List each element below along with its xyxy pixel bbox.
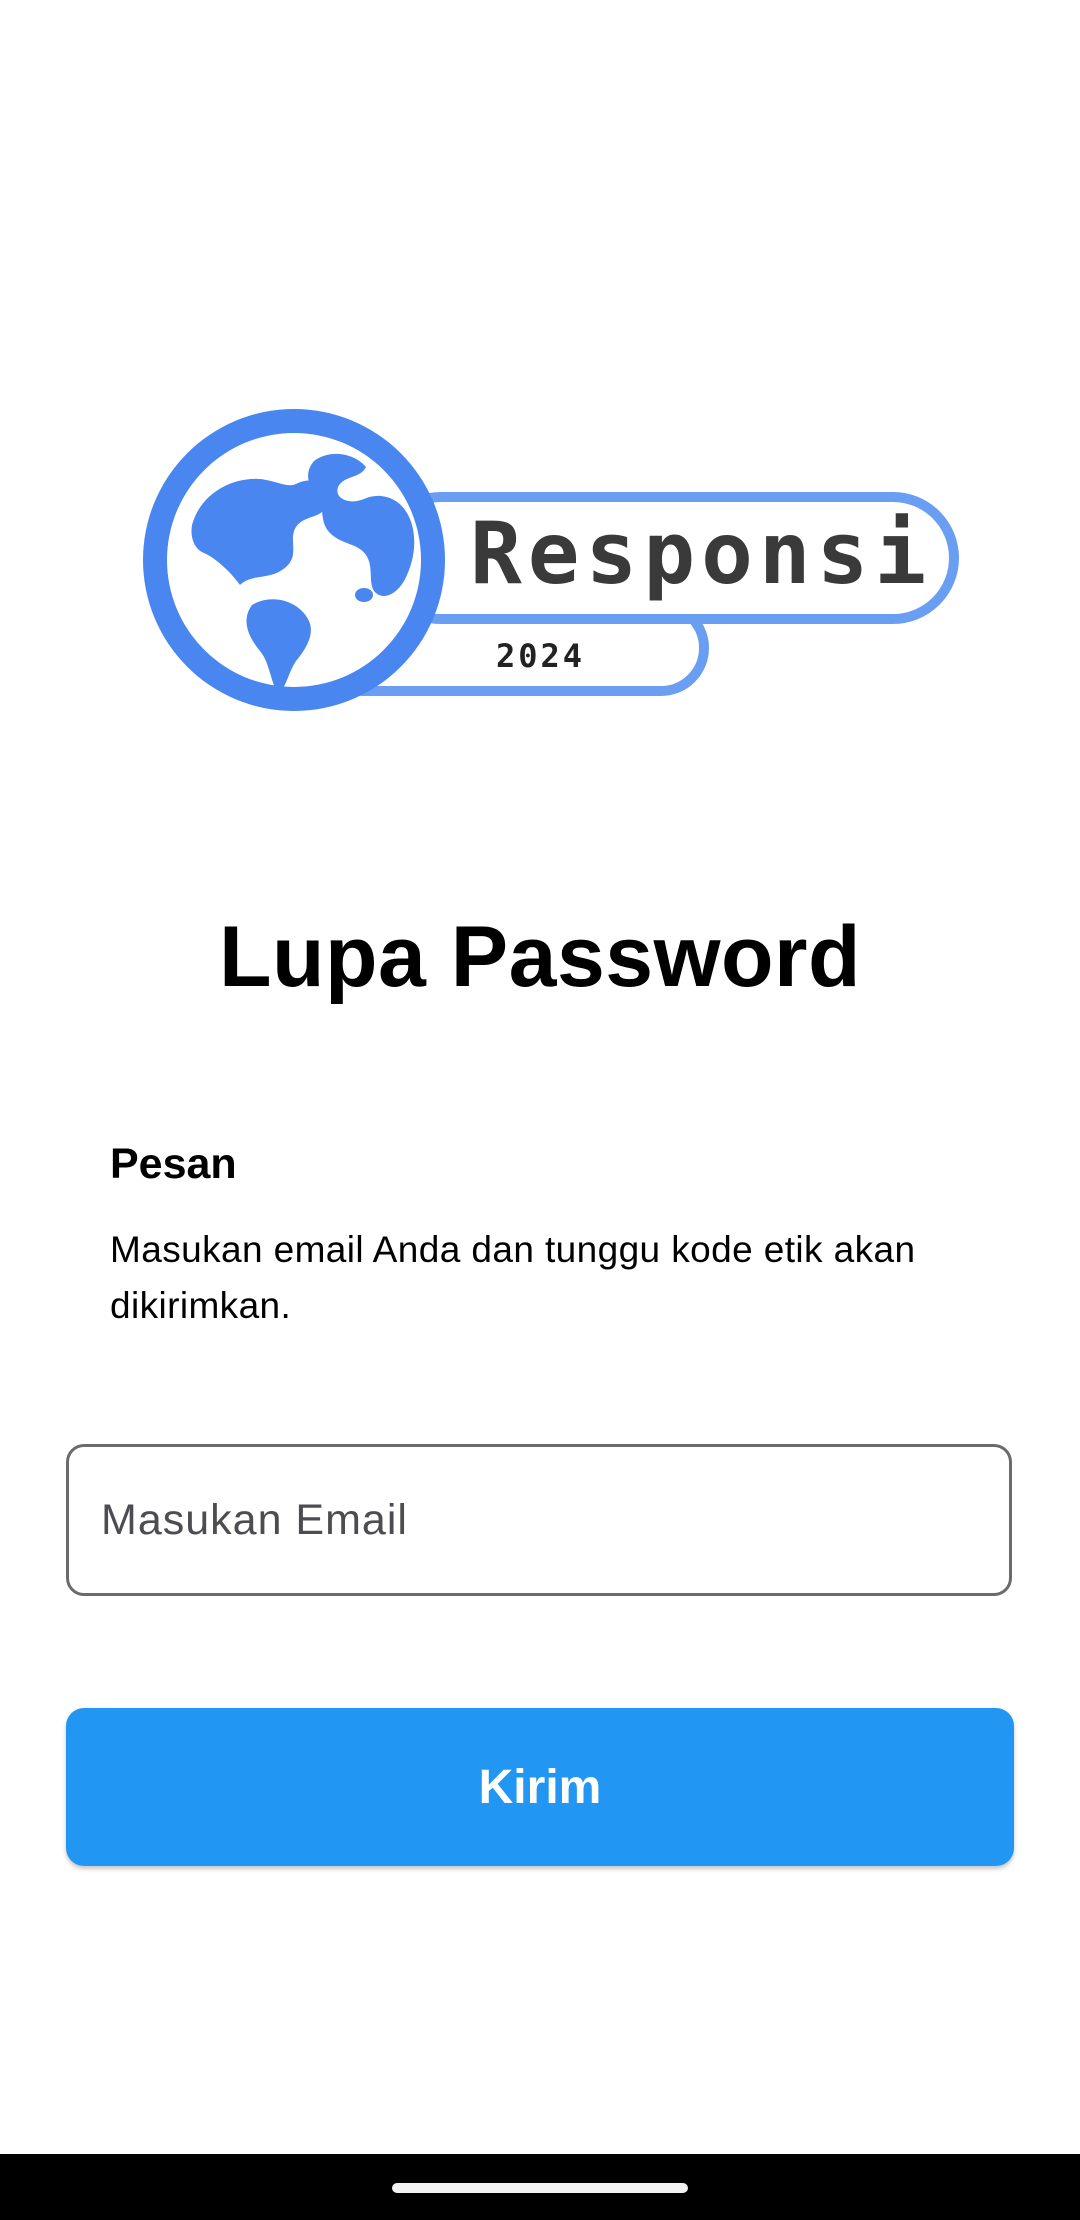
message-heading: Pesan bbox=[110, 1140, 237, 1188]
system-navigation-bar bbox=[0, 2154, 1080, 2220]
logo-year-text: 2024 bbox=[496, 637, 585, 675]
email-input[interactable] bbox=[69, 1447, 1009, 1593]
email-field[interactable] bbox=[66, 1444, 1012, 1596]
logo-brand-text: Responsi bbox=[470, 504, 932, 604]
app-logo-graphic: Responsi 2024 bbox=[143, 409, 959, 711]
message-body: Masukan email Anda dan tunggu kode etik … bbox=[110, 1229, 916, 1326]
globe-icon bbox=[143, 409, 445, 711]
send-button[interactable]: Kirim bbox=[66, 1708, 1014, 1866]
home-indicator[interactable] bbox=[392, 2183, 688, 2193]
page-title: Lupa Password bbox=[218, 909, 862, 1005]
app-logo: Responsi 2024 bbox=[120, 395, 960, 730]
